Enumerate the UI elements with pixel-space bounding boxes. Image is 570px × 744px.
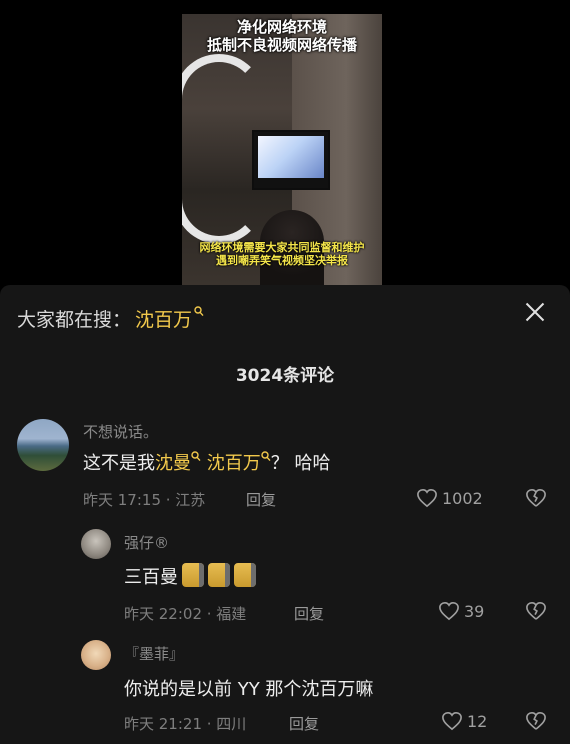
- close-icon[interactable]: [524, 301, 546, 323]
- avatar[interactable]: [81, 640, 111, 670]
- like-count: 1002: [442, 488, 483, 508]
- like-button[interactable]: 12: [441, 711, 487, 731]
- search-prefix: 大家都在搜：: [17, 309, 132, 331]
- avatar[interactable]: [81, 529, 111, 559]
- comment-username[interactable]: 『墨菲』: [124, 643, 184, 664]
- search-icon: [194, 305, 204, 320]
- reply-button[interactable]: 回复: [289, 713, 319, 734]
- video-caption-line2: 遇到嘲弄笑气视频坚决举报: [216, 254, 348, 267]
- comment-text-part: 三百曼: [124, 567, 178, 588]
- comment-text-part: ？ 哈哈: [270, 453, 331, 474]
- reply-button[interactable]: 回复: [246, 489, 276, 510]
- comment-item: 『墨菲』 你说的是以前 YY 那个沈百万嘛 昨天 21:21 · 四川 回复 1…: [0, 635, 570, 744]
- emoji-icon: [208, 563, 230, 587]
- search-icon: [261, 451, 271, 465]
- search-icon: [191, 451, 201, 465]
- comment-text: 你说的是以前 YY 那个沈百万嘛: [124, 679, 374, 700]
- like-count: 12: [467, 711, 488, 731]
- comment-text: 三百曼: [124, 563, 256, 589]
- like-button[interactable]: 1002: [416, 488, 483, 508]
- comment-sheet: 大家都在搜： 沈百万 3024条评论 不想说话。 这不是我沈曼 沈百万 ？ 哈哈 …: [0, 285, 570, 744]
- comment-meta: 昨天 21:21 · 四川: [124, 715, 247, 733]
- video-caption-line1: 网络环境需要大家共同监督和维护: [199, 241, 365, 254]
- heart-icon: [439, 601, 459, 621]
- broken-heart-icon: [526, 488, 546, 507]
- heart-icon: [417, 488, 437, 508]
- search-suggestion[interactable]: 大家都在搜： 沈百万: [17, 305, 204, 332]
- comment-meta: 昨天 17:15 · 江苏: [83, 491, 206, 509]
- like-count: 39: [464, 601, 485, 621]
- emoji-icon: [182, 563, 204, 587]
- search-link[interactable]: 沈百万: [207, 453, 261, 474]
- video-player[interactable]: 净化网络环境 抵制不良视频网络传播 网络环境需要大家共同监督和维护 遇到嘲弄笑气…: [182, 14, 382, 285]
- video-title: 净化网络环境 抵制不良视频网络传播: [182, 18, 382, 54]
- comment-item: 强仔® 三百曼 昨天 22:02 · 福建 回复 39: [0, 525, 570, 635]
- comment-meta: 昨天 22:02 · 福建: [124, 605, 247, 623]
- search-keyword[interactable]: 沈百万: [135, 305, 192, 332]
- comment-username[interactable]: 不想说话。: [83, 421, 158, 442]
- comment-item: 不想说话。 这不是我沈曼 沈百万 ？ 哈哈 昨天 17:15 · 江苏 回复 10…: [0, 415, 570, 525]
- video-scene-tv: [252, 130, 330, 190]
- comment-count: 3024条评论: [235, 366, 335, 386]
- heart-icon: [442, 711, 462, 731]
- dislike-button[interactable]: [525, 711, 547, 735]
- like-button[interactable]: 39: [438, 601, 484, 621]
- video-title-line1: 净化网络环境: [236, 18, 327, 36]
- video-area[interactable]: 净化网络环境 抵制不良视频网络传播 网络环境需要大家共同监督和维护 遇到嘲弄笑气…: [0, 0, 570, 285]
- search-link[interactable]: 沈曼: [155, 453, 191, 474]
- broken-heart-icon: [526, 711, 546, 730]
- comment-text: 这不是我沈曼 沈百万 ？ 哈哈: [83, 449, 330, 475]
- tv-screen: [258, 136, 324, 178]
- video-title-line2: 抵制不良视频网络传播: [206, 36, 357, 54]
- broken-heart-icon: [526, 601, 546, 620]
- dislike-button[interactable]: [525, 601, 547, 625]
- reply-button[interactable]: 回复: [294, 603, 324, 624]
- video-caption: 网络环境需要大家共同监督和维护 遇到嘲弄笑气视频坚决举报: [182, 241, 382, 267]
- comment-username[interactable]: 强仔®: [124, 532, 169, 553]
- comment-text-part: 这不是我: [83, 453, 155, 474]
- emoji-icon: [234, 563, 256, 587]
- dislike-button[interactable]: [525, 488, 547, 512]
- avatar[interactable]: [17, 419, 69, 471]
